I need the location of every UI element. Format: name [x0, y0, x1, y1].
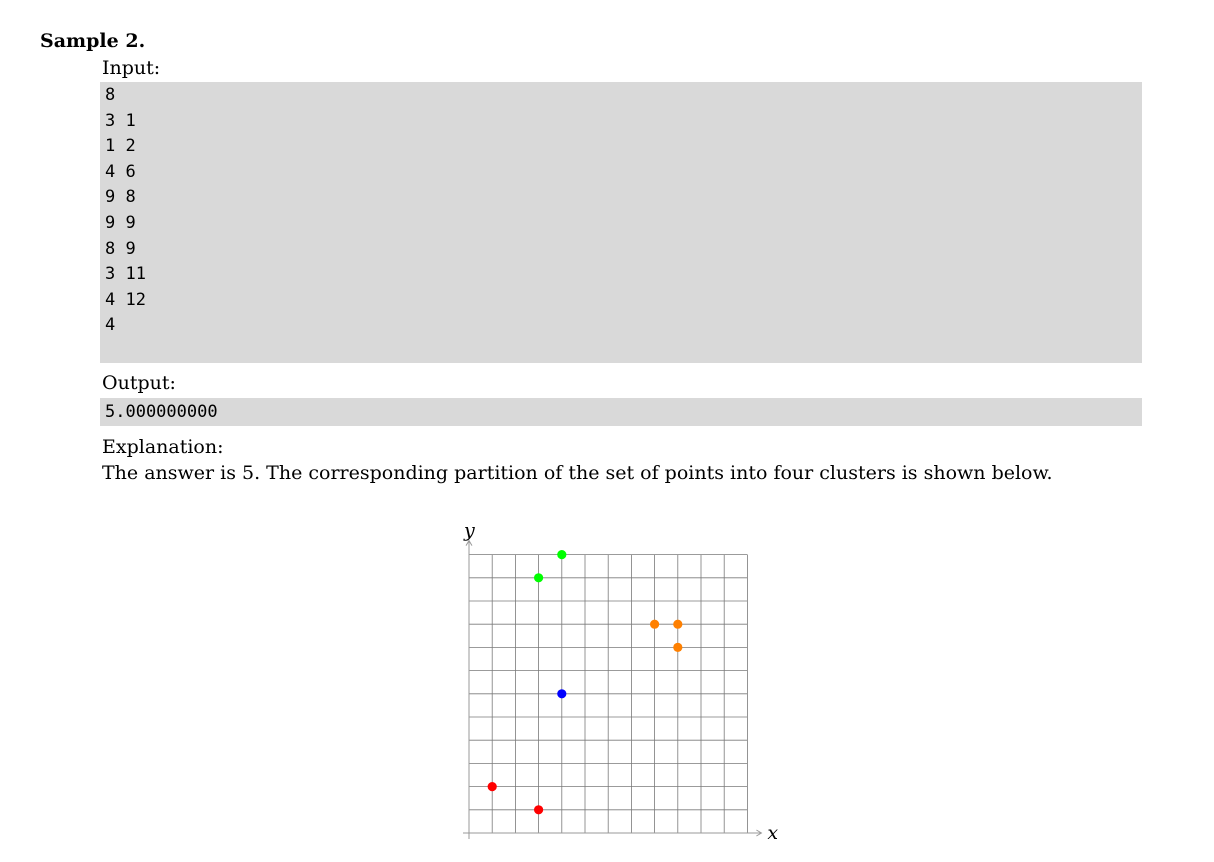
- data-point: [557, 689, 567, 699]
- input-line: 4 6: [105, 161, 136, 182]
- input-line: 1 2: [105, 136, 136, 157]
- data-point: [487, 782, 497, 792]
- plot-axes: [463, 539, 763, 839]
- data-point: [557, 550, 567, 560]
- data-point: [534, 805, 544, 815]
- sample-heading: Sample 2.: [40, 30, 146, 52]
- input-line: 9 9: [105, 212, 136, 233]
- input-block: 8 3 1 1 2 4 6 9 8 9 9 8 9 3 11 4 12 4: [100, 82, 1142, 363]
- data-point: [673, 642, 683, 652]
- output-block: 5.000000000: [100, 398, 1142, 426]
- output-label: Output:: [102, 372, 176, 394]
- input-line: 3 1: [105, 110, 136, 131]
- input-line: 8 9: [105, 238, 136, 259]
- data-point: [673, 619, 683, 629]
- cluster-scatter-plot: x y: [463, 520, 778, 844]
- plot-grid: [468, 554, 748, 834]
- input-label: Input:: [102, 57, 161, 79]
- explanation-text: The answer is 5. The corresponding parti…: [102, 462, 1053, 484]
- input-line: 9 8: [105, 187, 136, 208]
- explanation-label: Explanation:: [102, 436, 224, 458]
- x-axis-label: x: [767, 822, 778, 844]
- data-point: [534, 573, 544, 583]
- input-line: 4: [105, 315, 116, 336]
- input-line: 3 11: [105, 264, 146, 285]
- input-line: 4 12: [105, 289, 146, 310]
- data-point: [650, 619, 660, 629]
- input-line: 8: [105, 85, 116, 105]
- y-axis-label: y: [463, 520, 475, 542]
